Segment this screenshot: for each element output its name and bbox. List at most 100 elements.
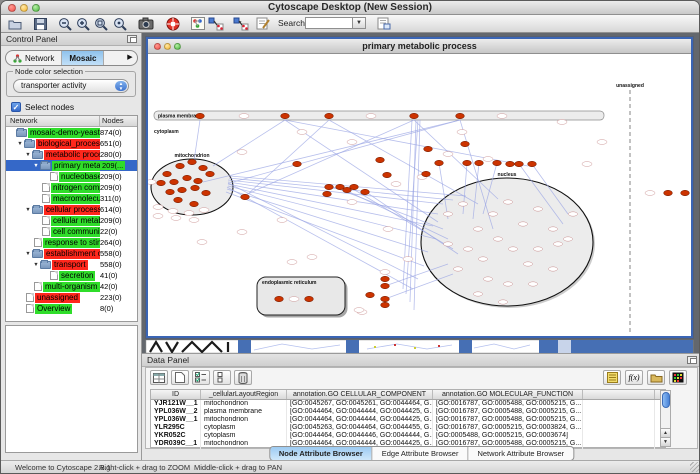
network-node[interactable] [275,296,284,301]
table-row[interactable]: YLR295Ccytoplasm[GO:0045263, GO:0044464,… [151,424,665,432]
network-node[interactable] [376,157,385,162]
network-node-label[interactable] [287,260,297,265]
network-node[interactable] [381,302,390,307]
tree-row[interactable]: response to stimulu264(0) [6,237,137,248]
network-node-label[interactable] [237,150,247,155]
network-node-label[interactable] [380,270,390,275]
tab-overflow-arrow[interactable]: ▶ [123,51,137,65]
nucleus-node[interactable] [474,292,483,296]
nucleus-node[interactable] [444,242,453,246]
frame-close-button[interactable] [154,43,161,50]
nucleus-node[interactable] [564,237,573,241]
tree-row[interactable]: nucleobase-209(0) [6,171,137,182]
network-node-label[interactable] [347,200,357,205]
nucleus-node[interactable] [504,282,513,286]
import-network-icon[interactable] [208,16,224,31]
network-window[interactable]: primary metabolic process plasma membran… [146,37,693,338]
network-node-label[interactable] [347,140,357,145]
network-node[interactable] [206,171,215,176]
tree-row[interactable]: ▼cellular process614(0) [6,204,137,215]
network-node-label[interactable] [483,157,493,162]
tree-row[interactable]: cell communicat22(0) [6,226,137,237]
network-node[interactable] [241,194,250,199]
nucleus-node[interactable] [519,222,528,226]
tree-expand-icon[interactable]: ▼ [32,262,40,268]
minimize-button[interactable] [20,4,28,12]
network-node[interactable] [381,296,390,301]
network-node-label[interactable] [391,182,401,187]
nucleus-node[interactable] [534,207,543,211]
nucleus-node[interactable] [489,212,498,216]
resize-grip[interactable] [690,462,700,472]
network-node[interactable] [681,190,690,195]
network-node[interactable] [196,113,205,118]
network-node[interactable] [157,180,166,185]
table-column-header[interactable]: _cellularLayoutRegion [201,390,287,399]
zoom-button[interactable] [32,4,40,12]
nucleus-node[interactable] [474,227,483,231]
select-attributes-icon[interactable] [192,370,210,385]
network-node[interactable] [183,175,192,180]
new-attribute-icon[interactable] [171,370,189,385]
network-canvas[interactable]: plasma membranecytoplasmnucleusmitochond… [148,54,691,336]
network-node[interactable] [664,190,673,195]
network-node[interactable] [463,160,472,165]
network-node[interactable] [199,165,208,170]
export-network-icon[interactable] [233,16,249,31]
search-dropdown-button[interactable]: ▼ [353,17,366,29]
tree-row[interactable]: ▼transport558(0) [6,259,137,270]
network-node[interactable] [506,161,515,166]
zoom-selected-icon[interactable] [112,16,128,31]
network-node-label[interactable] [168,209,178,214]
network-node-label[interactable] [239,114,249,119]
network-node-label[interactable] [171,216,181,221]
nucleus-node[interactable] [494,237,503,241]
network-node-label[interactable] [366,114,376,119]
delete-attribute-icon[interactable] [234,370,252,385]
zoom-in-icon[interactable] [75,16,91,31]
nucleus-node[interactable] [549,267,558,271]
tree-row[interactable]: mosaic-demo-yeast874(0) [6,127,137,138]
nucleus-node[interactable] [549,227,558,231]
tree-row[interactable]: unassigned223(0) [6,292,137,303]
network-node[interactable] [381,283,390,288]
network-node[interactable] [293,161,302,166]
table-column-header[interactable]: annotation.GO MOLECULAR_FUNCTION [433,390,583,399]
tree-row[interactable]: Overview8(0) [6,303,137,314]
tree-expand-icon[interactable]: ▼ [24,251,32,257]
nucleus-node[interactable] [454,267,463,271]
network-node-label[interactable] [443,152,453,157]
table-row[interactable]: YKR052Ccytoplasm[GO:0044464, GO:0044446,… [151,432,665,440]
zoom-out-icon[interactable] [57,16,73,31]
nucleus-node[interactable] [524,262,533,266]
network-node[interactable] [176,163,185,168]
nucleus-node[interactable] [504,200,513,204]
nucleus-node[interactable] [554,242,563,246]
frame-zoom-button[interactable] [174,43,181,50]
frame-minimize-button[interactable] [164,43,171,50]
annotation-icon[interactable] [255,16,271,31]
network-node[interactable] [515,161,524,166]
network-node-label[interactable] [383,227,393,232]
snapshot-camera-icon[interactable] [138,16,154,31]
network-node-label[interactable] [557,120,567,125]
unselect-attributes-icon[interactable] [213,370,231,385]
tab-network[interactable]: Network [6,51,62,65]
nucleus-node[interactable] [569,212,578,216]
tree-expand-icon[interactable]: ▼ [24,207,32,213]
network-window-titlebar[interactable]: primary metabolic process [148,39,691,54]
tree-expand-icon[interactable]: ▼ [24,152,32,158]
node-color-dropdown[interactable]: transporter activity ▲▼ [13,79,129,93]
network-node-label[interactable] [289,297,299,302]
function-builder-icon[interactable]: f(x) [625,370,643,385]
network-node[interactable] [190,201,199,206]
network-node-label[interactable] [597,140,607,145]
network-node-label[interactable] [148,180,156,185]
network-node-label[interactable] [189,218,199,223]
open-icon[interactable] [7,16,23,31]
network-node-label[interactable] [582,162,592,167]
nucleus-node[interactable] [534,247,543,251]
network-node-label[interactable] [184,211,194,216]
network-node[interactable] [435,160,444,165]
network-node-label[interactable] [403,257,413,262]
